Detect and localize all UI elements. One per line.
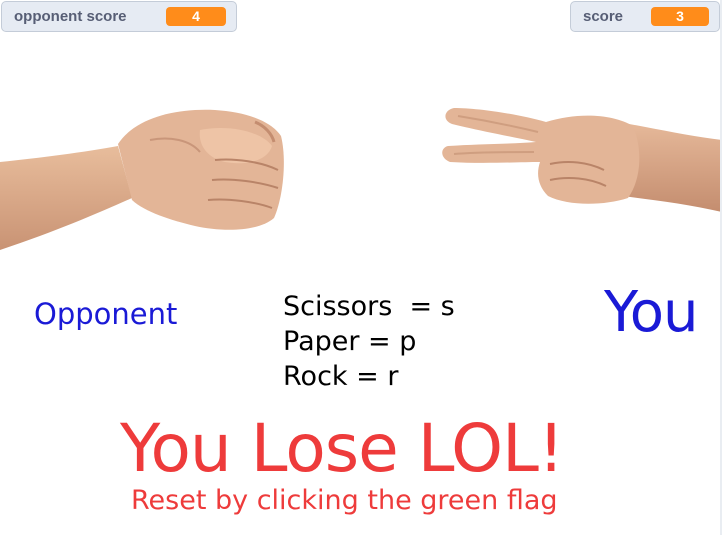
- opponent-label: Opponent: [34, 297, 178, 331]
- result-message: You Lose LOL!: [120, 410, 564, 487]
- opponent-score-monitor: opponent score 4: [1, 1, 237, 32]
- instruction-scissors: Scissors = s: [283, 291, 455, 322]
- player-score-label: score: [583, 8, 624, 25]
- instruction-paper: Paper = p: [283, 326, 417, 357]
- opponent-score-value: 4: [166, 7, 226, 26]
- scissors-hand-icon: [442, 108, 722, 212]
- game-stage[interactable]: opponent score 4 score 3 Opponent You Sc…: [0, 0, 722, 535]
- reset-hint: Reset by clicking the green flag: [131, 485, 558, 516]
- opponent-score-label: opponent score: [14, 8, 127, 25]
- player-score-monitor: score 3: [570, 1, 720, 32]
- player-score-value: 3: [651, 7, 709, 26]
- player-label: You: [604, 280, 699, 345]
- controls-instructions: Scissors = s Paper = p Rock = r: [283, 289, 455, 394]
- instruction-rock: Rock = r: [283, 361, 399, 392]
- rock-fist-icon: [0, 109, 284, 250]
